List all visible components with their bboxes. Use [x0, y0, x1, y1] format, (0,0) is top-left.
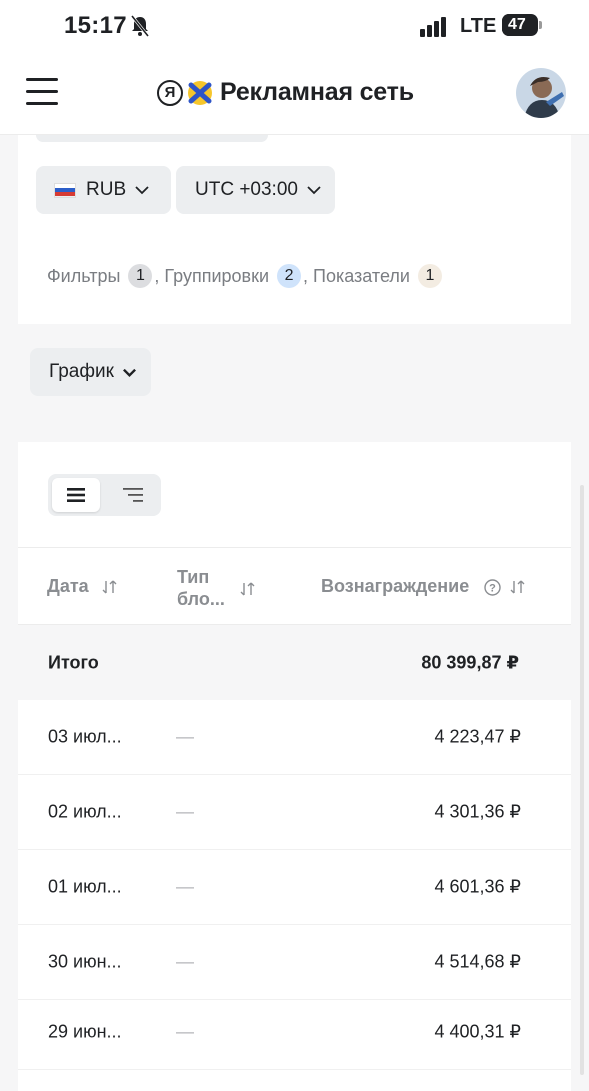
row-date: 03 июл...	[48, 726, 122, 747]
timezone-value: UTC +03:00	[195, 179, 298, 200]
column-header-block-type-line1: Тип	[177, 567, 210, 587]
menu-icon[interactable]	[26, 78, 58, 106]
row-date: 02 июл...	[48, 801, 122, 822]
row-block-type: —	[176, 801, 194, 822]
row-date: 29 июн...	[48, 1021, 122, 1042]
row-date: 01 июл...	[48, 876, 122, 897]
column-header-date-label: Дата	[47, 576, 89, 596]
row-reward: 4 301,36 ₽	[434, 801, 521, 822]
status-time: 15:17	[64, 12, 127, 39]
table-row[interactable]: 30 июн... — 4 514,68 ₽	[18, 925, 571, 1000]
groupings-count-badge: 2	[277, 264, 302, 288]
network-type: LTE	[460, 15, 497, 37]
tree-view-icon[interactable]	[109, 478, 157, 512]
page-title: Рекламная сеть	[220, 78, 414, 106]
signal-icon	[420, 17, 446, 37]
yandex-logo-icon: Я	[157, 79, 183, 106]
scrollbar[interactable]	[580, 485, 584, 1075]
table-total-row: Итого 80 399,87 ₽	[18, 625, 571, 700]
total-label: Итого	[48, 652, 99, 672]
table-row[interactable]: 03 июл... — 4 223,47 ₽	[18, 700, 571, 775]
muted-bell-icon	[130, 15, 150, 37]
row-block-type: —	[176, 876, 194, 897]
chart-toggle-button[interactable]: График	[30, 348, 151, 396]
help-icon[interactable]: ?	[484, 579, 501, 596]
chevron-down-icon	[122, 368, 136, 377]
row-reward: 4 514,68 ₽	[434, 951, 521, 972]
filters-count-badge: 1	[128, 264, 153, 288]
chevron-down-icon	[135, 186, 149, 195]
report-panel: RUB UTC +03:00 Фильтры 1 , Группировки 2…	[18, 135, 571, 1091]
column-header-reward[interactable]: Вознаграждение ?	[321, 576, 526, 597]
report-settings-summary[interactable]: Фильтры 1 , Группировки 2 , Показатели 1	[47, 264, 446, 288]
chart-section: График	[18, 324, 571, 442]
metrics-label[interactable]: , Показатели	[303, 266, 410, 287]
metrics-count-badge: 1	[417, 264, 442, 288]
chart-toggle-label: График	[49, 361, 114, 382]
avatar[interactable]	[516, 68, 566, 118]
sort-icon	[510, 580, 525, 594]
timezone-select[interactable]: UTC +03:00	[176, 166, 335, 214]
table-row[interactable]: 01 июл... — 4 601,36 ₽	[18, 850, 571, 925]
table-row[interactable]: 02 июл... — 4 301,36 ₽	[18, 775, 571, 850]
battery-icon: 47	[502, 14, 542, 36]
row-block-type: —	[176, 951, 194, 972]
app-logo[interactable]: Я Рекламная сеть	[157, 78, 414, 107]
row-reward: 4 601,36 ₽	[434, 876, 521, 897]
column-header-reward-label: Вознаграждение	[321, 576, 470, 596]
ad-network-ball-icon	[188, 80, 212, 105]
table-row[interactable]: 29 июн... — 4 400,31 ₽	[18, 995, 571, 1070]
app-header: Я Рекламная сеть	[0, 52, 589, 135]
view-mode-toggle	[48, 474, 161, 516]
row-date: 30 июн...	[48, 951, 122, 972]
battery-level: 47	[508, 16, 526, 33]
sort-icon[interactable]	[240, 582, 256, 596]
row-reward: 4 400,31 ₽	[434, 1021, 521, 1042]
row-reward: 4 223,47 ₽	[434, 726, 521, 747]
groupings-label[interactable]: , Группировки	[154, 266, 269, 287]
row-block-type: —	[176, 726, 194, 747]
chevron-down-icon	[307, 186, 321, 195]
column-header-date[interactable]: Дата	[47, 576, 118, 597]
currency-select[interactable]: RUB	[36, 166, 171, 214]
filters-label[interactable]: Фильтры	[47, 266, 120, 287]
total-reward: 80 399,87 ₽	[421, 652, 519, 672]
partial-hidden-button[interactable]	[36, 135, 268, 142]
currency-value: RUB	[86, 179, 127, 200]
status-bar: 15:17 LTE 47	[0, 0, 589, 52]
russian-flag-icon	[54, 182, 76, 198]
sort-icon	[102, 580, 117, 594]
column-header-block-type[interactable]: Тип бло...	[177, 566, 225, 610]
svg-text:?: ?	[489, 582, 496, 594]
column-header-block-type-line2: бло...	[177, 589, 225, 609]
table-view-icon[interactable]	[52, 478, 100, 512]
row-block-type: —	[176, 1021, 194, 1042]
table-header: Дата Тип бло... Вознаграждение ?	[18, 547, 571, 625]
